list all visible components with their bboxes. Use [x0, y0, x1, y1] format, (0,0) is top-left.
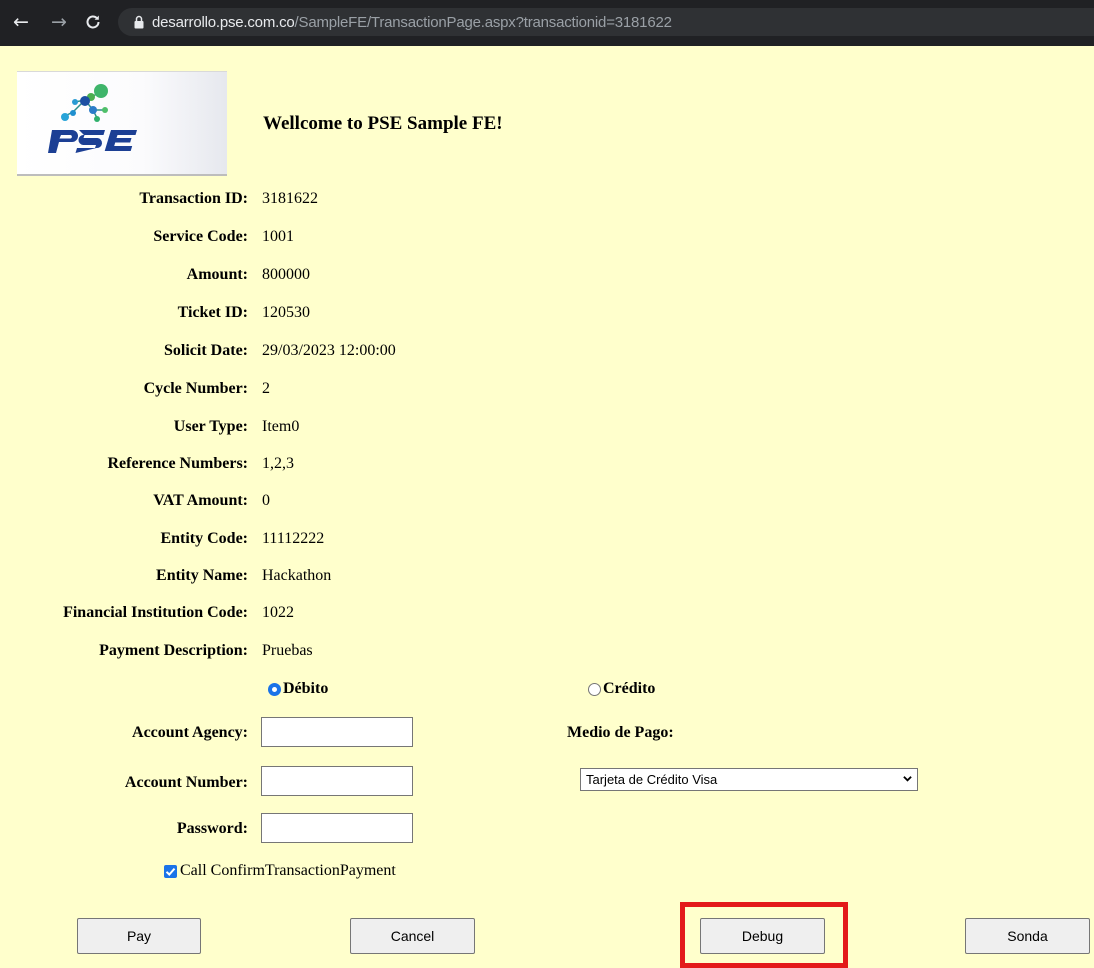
pse-logo: [17, 71, 227, 176]
amount-label: Amount:: [186, 266, 248, 283]
transaction-id-label: Transaction ID:: [139, 190, 248, 207]
url-host: desarrollo.pse.com.co: [152, 14, 295, 31]
url-text: desarrollo.pse.com.co/SampleFE/Transacti…: [152, 14, 672, 31]
credito-radio[interactable]: [588, 683, 601, 696]
cancel-button[interactable]: Cancel: [350, 918, 475, 954]
medio-de-pago-label: Medio de Pago:: [567, 724, 674, 741]
financial-institution-code-label: Financial Institution Code:: [63, 604, 248, 621]
debito-radio[interactable]: [268, 683, 281, 696]
vat-amount-value: 0: [262, 492, 270, 509]
pay-button[interactable]: Pay: [77, 918, 201, 954]
reference-numbers-value: 1,2,3: [262, 455, 294, 472]
credito-radio-label: Crédito: [603, 680, 656, 697]
confirm-transaction-checkbox[interactable]: [164, 865, 177, 878]
debito-radio-label: Débito: [283, 680, 329, 697]
back-arrow-icon[interactable]: ←: [10, 11, 32, 33]
account-number-input[interactable]: [261, 766, 413, 796]
entity-code-label: Entity Code:: [160, 530, 248, 547]
amount-value: 800000: [262, 266, 310, 283]
transaction-id-value: 3181622: [262, 190, 318, 207]
browser-toolbar: ← → desarrollo.pse.com.co/SampleFE/Trans…: [0, 0, 1094, 46]
forward-arrow-icon[interactable]: →: [48, 11, 70, 33]
page-title: Wellcome to PSE Sample FE!: [263, 113, 503, 134]
debug-highlight-box: [680, 902, 848, 968]
url-path: /SampleFE/TransactionPage.aspx?transacti…: [294, 14, 672, 31]
address-bar[interactable]: desarrollo.pse.com.co/SampleFE/Transacti…: [118, 8, 1094, 36]
cycle-number-value: 2: [262, 380, 270, 397]
entity-name-label: Entity Name:: [156, 567, 248, 584]
account-agency-label: Account Agency:: [132, 724, 248, 741]
lock-icon: [134, 15, 144, 29]
account-agency-input[interactable]: [261, 717, 413, 747]
solicit-date-value: 29/03/2023 12:00:00: [262, 342, 396, 359]
confirm-transaction-label: Call ConfirmTransactionPayment: [180, 862, 396, 879]
entity-name-value: Hackathon: [262, 567, 332, 584]
solicit-date-label: Solicit Date:: [164, 342, 248, 359]
checkmark-icon: [165, 867, 176, 876]
user-type-value: Item0: [262, 418, 300, 435]
sonda-button[interactable]: Sonda: [965, 918, 1090, 954]
ticket-id-label: Ticket ID:: [177, 304, 248, 321]
service-code-value: 1001: [262, 228, 294, 245]
reference-numbers-label: Reference Numbers:: [107, 455, 248, 472]
password-label: Password:: [176, 820, 248, 837]
password-input[interactable]: [261, 813, 413, 843]
service-code-label: Service Code:: [153, 228, 248, 245]
reload-icon[interactable]: [82, 11, 104, 33]
account-number-label: Account Number:: [124, 774, 248, 791]
vat-amount-label: VAT Amount:: [153, 492, 248, 509]
medio-de-pago-select[interactable]: Tarjeta de Crédito Visa: [580, 768, 918, 791]
medio-de-pago-selected: Tarjeta de Crédito Visa: [586, 772, 718, 787]
chevron-down-icon: [903, 776, 912, 782]
ticket-id-value: 120530: [262, 304, 310, 321]
entity-code-value: 11112222: [262, 530, 325, 547]
cycle-number-label: Cycle Number:: [143, 380, 248, 397]
payment-description-value: Pruebas: [262, 642, 313, 659]
payment-description-label: Payment Description:: [99, 642, 248, 659]
user-type-label: User Type:: [173, 418, 248, 435]
financial-institution-code-value: 1022: [262, 604, 294, 621]
